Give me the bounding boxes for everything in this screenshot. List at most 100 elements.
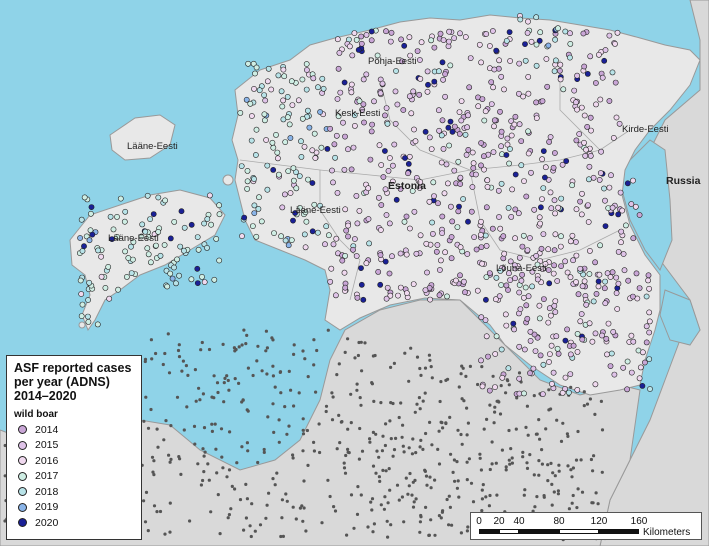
asf-case-point: [482, 108, 489, 115]
asf-case-point: [388, 29, 395, 36]
asf-case-point: [188, 221, 195, 228]
latvia-case-point: [232, 346, 236, 350]
asf-case-point: [612, 79, 619, 86]
latvia-case-point: [460, 442, 464, 446]
asf-case-point: [477, 231, 484, 238]
latvia-case-point: [283, 405, 287, 409]
asf-case-point: [457, 272, 463, 279]
asf-case-point: [174, 256, 180, 263]
latvia-case-point: [428, 475, 432, 479]
asf-case-point: [342, 206, 349, 213]
asf-case-point: [493, 274, 500, 281]
asf-case-point: [615, 248, 622, 255]
latvia-case-point: [222, 400, 226, 404]
asf-case-point: [483, 204, 490, 211]
latvia-case-point: [453, 479, 457, 483]
asf-case-point: [602, 300, 609, 307]
latvia-case-point: [407, 484, 411, 488]
asf-case-point: [503, 38, 510, 44]
asf-case-point: [483, 242, 490, 249]
asf-case-point: [310, 75, 317, 82]
asf-case-point: [480, 153, 487, 160]
latvia-case-point: [216, 493, 220, 497]
asf-case-point: [282, 237, 289, 244]
latvia-case-point: [368, 437, 372, 441]
asf-case-point: [483, 333, 490, 340]
asf-case-point: [351, 123, 358, 129]
asf-case-point: [577, 198, 583, 205]
asf-case-point: [498, 73, 505, 80]
latvia-case-point: [235, 461, 239, 465]
asf-case-point: [444, 180, 451, 187]
asf-case-point: [314, 229, 321, 236]
asf-case-point: [428, 37, 434, 44]
asf-case-point: [401, 218, 408, 225]
latvia-case-point: [550, 482, 554, 486]
asf-case-point: [537, 220, 543, 227]
asf-case-point: [274, 155, 281, 162]
asf-case-point: [636, 375, 643, 382]
asf-case-point: [545, 267, 552, 273]
latvia-case-point: [480, 497, 484, 501]
latvia-case-point: [240, 343, 244, 347]
latvia-case-point: [532, 473, 536, 477]
latvia-case-point: [525, 404, 530, 408]
asf-case-point: [322, 241, 328, 248]
latvia-case-point: [177, 343, 181, 347]
latvia-case-point: [547, 388, 551, 392]
asf-case-point: [458, 98, 465, 104]
asf-case-point: [586, 163, 593, 170]
latvia-case-point: [381, 468, 385, 472]
latvia-case-point: [401, 423, 405, 427]
asf-case-point: [645, 272, 652, 279]
latvia-case-point: [567, 507, 572, 511]
latvia-case-point: [221, 342, 225, 346]
asf-case-point: [532, 348, 539, 354]
latvia-case-point: [292, 352, 296, 356]
latvia-case-point: [379, 401, 383, 405]
scale-tick-label: 120: [590, 516, 608, 527]
latvia-case-point: [207, 478, 211, 482]
asf-case-point: [428, 146, 435, 152]
asf-case-point: [584, 71, 591, 77]
asf-case-point: [506, 160, 512, 167]
latvia-case-point: [386, 501, 390, 505]
map-legend: ASF reported cases per year (ADNS) 2014–…: [6, 355, 142, 540]
asf-case-point: [339, 257, 346, 264]
asf-case-point: [379, 80, 386, 87]
asf-case-point: [570, 257, 576, 264]
asf-case-point: [592, 259, 598, 266]
asf-case-point: [441, 190, 448, 197]
asf-case-point: [456, 130, 463, 137]
latvia-case-point: [419, 438, 423, 442]
asf-case-point: [447, 118, 454, 125]
latvia-case-point: [264, 329, 268, 333]
latvia-case-point: [488, 467, 492, 472]
asf-case-point: [105, 263, 112, 270]
latvia-case-point: [344, 453, 348, 458]
asf-case-point: [516, 289, 523, 296]
latvia-case-point: [482, 427, 486, 431]
asf-case-point: [325, 232, 332, 239]
asf-case-point: [498, 282, 504, 288]
latvia-case-point: [197, 386, 201, 390]
asf-case-point: [435, 68, 442, 75]
asf-case-point: [504, 135, 511, 142]
latvia-case-point: [448, 505, 452, 509]
latvia-case-point: [179, 472, 183, 476]
asf-case-point: [516, 254, 523, 261]
asf-case-point: [239, 233, 245, 239]
latvia-case-point: [439, 420, 443, 424]
asf-case-point: [438, 159, 445, 166]
scale-tick-labels: 0 20 40 80 120 160: [471, 516, 701, 527]
latvia-case-point: [437, 462, 442, 466]
asf-case-point: [479, 96, 486, 102]
asf-case-point: [408, 110, 415, 117]
asf-case-point: [507, 277, 513, 283]
latvia-case-point: [250, 502, 254, 506]
asf-case-point: [253, 64, 260, 71]
latvia-case-point: [441, 426, 445, 430]
asf-case-point: [208, 221, 214, 228]
asf-case-point: [147, 216, 153, 222]
latvia-case-point: [285, 499, 289, 503]
